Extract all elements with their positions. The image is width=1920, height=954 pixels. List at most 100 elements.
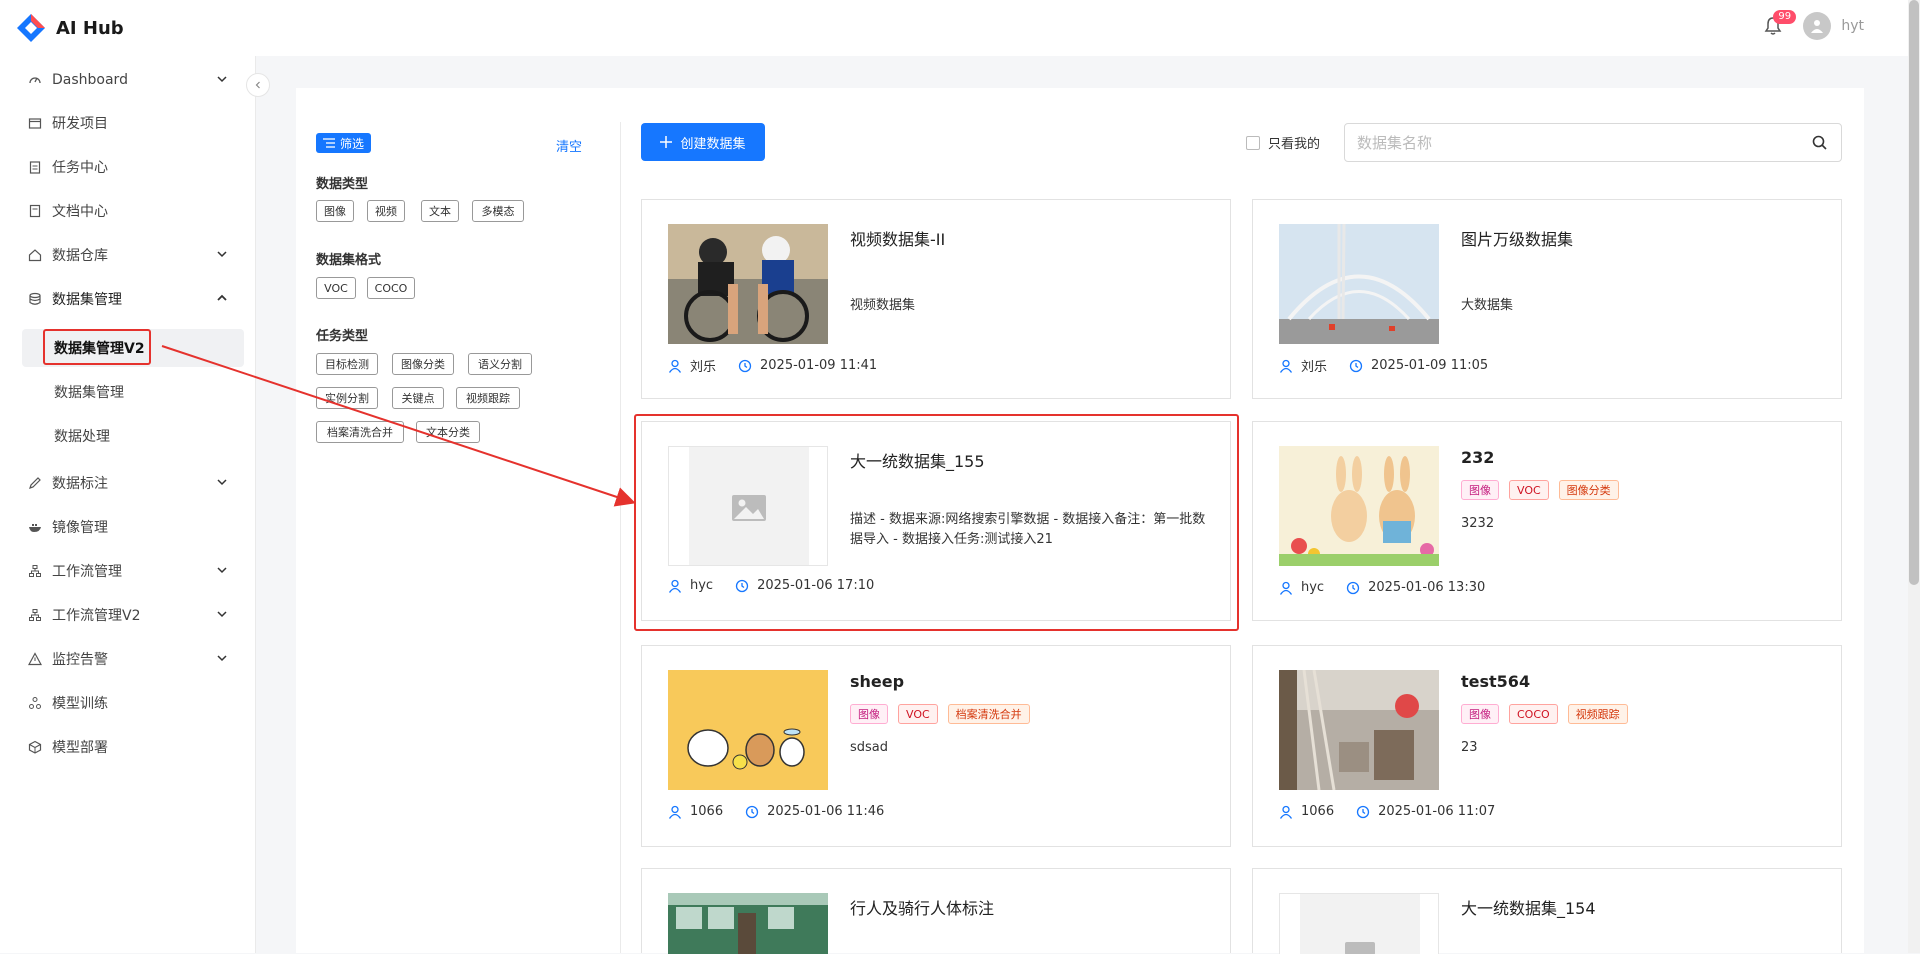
avatar[interactable] [1803, 12, 1832, 40]
filter-chip[interactable]: 多模态 [472, 200, 524, 222]
sidebar-item-annotation[interactable]: 数据标注 [28, 471, 228, 495]
sidebar-item-label: 任务中心 [52, 160, 108, 176]
dataset-tags: 图像 VOC 图像分类 [1461, 480, 1629, 500]
dataset-card[interactable]: 行人及骑行人体标注 [641, 868, 1231, 954]
sidebar-item-label: 数据标注 [52, 476, 108, 492]
tag-format: VOC [1509, 480, 1549, 500]
dataset-title[interactable]: sheep [850, 672, 904, 691]
checkbox-box[interactable] [1246, 135, 1260, 150]
dataset-tags: 图像 COCO 视频跟踪 [1461, 704, 1638, 724]
sidebar-item-label: 数据仓库 [52, 248, 108, 264]
filter-panel: 筛选 [316, 133, 584, 153]
dataset-meta: 刘乐 2025-01-09 11:05 [1279, 356, 1488, 375]
username[interactable]: hyt [1841, 18, 1864, 34]
dataset-thumbnail [668, 224, 828, 344]
only-mine-checkbox[interactable]: 只看我的 [1246, 133, 1320, 152]
sidebar-item-workflow-v2[interactable]: 工作流管理V2 [28, 603, 228, 627]
clock-icon [1356, 805, 1370, 818]
dataset-card[interactable]: sheep 图像 VOC 档案清洗合并 sdsad 1066 2025-01-0… [641, 645, 1231, 847]
sidebar-item-label: 监控告警 [52, 652, 108, 668]
sidebar-item-images[interactable]: 镜像管理 [28, 515, 228, 539]
user-icon [1279, 581, 1293, 595]
dataset-thumbnail [1279, 446, 1439, 566]
notification-button[interactable]: 99 [1759, 10, 1797, 40]
dataset-user: 刘乐 [690, 360, 717, 375]
filter-chip[interactable]: COCO [367, 277, 415, 299]
dataset-card[interactable]: 大一统数据集_154 [1252, 868, 1842, 954]
sidebar-item-model-training[interactable]: 模型训练 [28, 691, 228, 715]
dataset-title[interactable]: test564 [1461, 672, 1530, 691]
dataset-meta: 刘乐 2025-01-09 11:41 [668, 356, 877, 375]
logo[interactable]: AI Hub [16, 13, 124, 43]
dataset-time: 2025-01-06 11:07 [1378, 804, 1496, 819]
scrollbar-thumb[interactable] [1909, 0, 1919, 585]
sidebar-item-docs[interactable]: 文档中心 [28, 199, 228, 223]
filter-chip[interactable]: 档案清洗合并 [316, 421, 404, 443]
tag-format: COCO [1509, 704, 1558, 724]
chevron-down-icon [217, 76, 227, 83]
tag-format: VOC [898, 704, 938, 724]
chevron-left-icon [255, 81, 260, 89]
top-bar: AI Hub 99 hyt [0, 0, 1920, 56]
filter-toggle[interactable]: 筛选 [316, 133, 372, 153]
dataset-description: sdsad [850, 740, 889, 755]
dataset-card[interactable]: 图片万级数据集 大数据集 刘乐 2025-01-09 11:05 [1252, 199, 1842, 399]
dataset-title[interactable]: 大一统数据集_154 [1461, 895, 1596, 919]
user-icon [1279, 805, 1293, 819]
sidebar-item-warehouse[interactable]: 数据仓库 [28, 243, 228, 267]
annotation-highlight-box [634, 414, 1239, 631]
tag-task-type: 图像分类 [1558, 480, 1619, 500]
dataset-title[interactable]: 232 [1461, 448, 1494, 467]
filter-group-title-format: 数据集格式 [316, 253, 382, 268]
dataset-title[interactable]: 图片万级数据集 [1461, 226, 1573, 250]
sidebar-collapse-button[interactable] [246, 73, 270, 97]
dataset-description: 3232 [1461, 516, 1495, 531]
clock-icon [1346, 581, 1360, 594]
dataset-card[interactable]: test564 图像 COCO 视频跟踪 23 1066 2025-01-06 … [1252, 645, 1842, 847]
dataset-thumbnail [1279, 893, 1439, 954]
dataset-description: 视频数据集 [850, 298, 916, 313]
filter-chip[interactable]: 关键点 [392, 387, 444, 409]
filter-chip[interactable]: 语义分割 [468, 353, 532, 375]
filter-chip[interactable]: 视频跟踪 [456, 387, 520, 409]
filter-chip[interactable]: 视频 [367, 200, 405, 222]
create-dataset-button[interactable]: 创建数据集 [641, 123, 765, 161]
sidebar-item-workflow[interactable]: 工作流管理 [28, 559, 228, 583]
sidebar-item-model-deploy[interactable]: 模型部署 [28, 735, 228, 759]
chevron-down-icon [217, 611, 227, 618]
clipboard-icon [29, 161, 41, 174]
clock-icon [1349, 359, 1363, 372]
sidebar-sub-item-dataset[interactable]: 数据集管理 [54, 382, 124, 402]
search-input[interactable] [1357, 133, 1811, 152]
sidebar-item-projects[interactable]: 研发项目 [28, 111, 228, 135]
filter-chip[interactable]: 目标检测 [316, 353, 378, 375]
filter-chip[interactable]: VOC [316, 277, 356, 299]
filter-chip[interactable]: 文本分类 [416, 421, 480, 443]
dataset-card[interactable]: 232 图像 VOC 图像分类 3232 hyc 2025-01-06 13:3… [1252, 421, 1842, 621]
sidebar-sub-item-data-processing[interactable]: 数据处理 [54, 426, 110, 446]
dataset-title[interactable]: 行人及骑行人体标注 [850, 895, 994, 919]
filter-chip[interactable]: 实例分割 [316, 387, 378, 409]
dataset-time: 2025-01-06 11:46 [767, 804, 885, 819]
dataset-card[interactable]: 视频数据集-II 视频数据集 刘乐 2025-01-09 11:41 [641, 199, 1231, 399]
filter-chip[interactable]: 图像 [316, 200, 354, 222]
sidebar-item-tasks[interactable]: 任务中心 [28, 155, 228, 179]
cube-icon [28, 740, 42, 754]
chevron-up-icon [217, 294, 227, 301]
folder-icon [28, 118, 42, 129]
dataset-user: 刘乐 [1301, 360, 1328, 375]
sidebar-item-monitoring[interactable]: 监控告警 [28, 647, 228, 671]
clear-filter-link[interactable]: 清空 [556, 136, 582, 155]
sidebar-item-dataset-management[interactable]: 数据集管理 [28, 287, 228, 311]
panel-divider [620, 122, 621, 953]
sidebar-item-dashboard[interactable]: Dashboard [28, 68, 228, 92]
tag-data-type: 图像 [1461, 704, 1499, 724]
dataset-description: 大数据集 [1461, 298, 1514, 313]
nodes-icon [29, 697, 41, 709]
annotation-highlight-box [43, 329, 151, 365]
dataset-user: hyc [1301, 580, 1325, 595]
filter-chip[interactable]: 图像分类 [392, 353, 454, 375]
dataset-title[interactable]: 视频数据集-II [850, 226, 945, 250]
filter-chip[interactable]: 文本 [421, 200, 459, 222]
search-icon[interactable] [1811, 134, 1829, 152]
